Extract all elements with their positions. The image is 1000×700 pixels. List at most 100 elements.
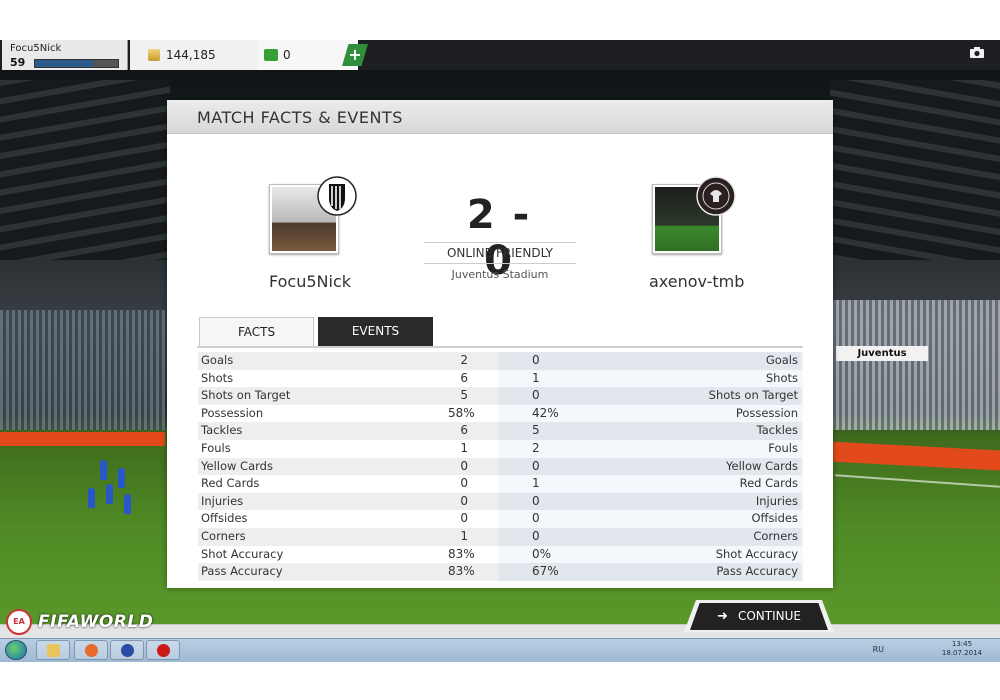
panel-header: MATCH FACTS & EVENTS <box>167 100 833 134</box>
stat-row: Injuries 0 0 Injuries <box>198 492 803 511</box>
stat-label-home: Red Cards <box>201 476 260 491</box>
ad-board-left <box>0 432 165 446</box>
chrome-icon[interactable] <box>74 640 108 660</box>
stat-row: Pass Accuracy 83% 67% Pass Accuracy <box>198 563 803 581</box>
stat-row: Red Cards 0 1 Red Cards <box>198 475 803 493</box>
pitch-line <box>835 474 1000 488</box>
stat-row-away-bg <box>499 369 803 388</box>
stat-row: Corners 1 0 Corners <box>198 527 803 546</box>
match-facts-panel: MATCH FACTS & EVENTS Focu5Nick 2 - 0 ONL… <box>167 100 833 588</box>
coins-display[interactable]: 144,185 <box>130 40 258 70</box>
stat-value-away: 0 <box>532 493 540 508</box>
player-level: 59 <box>10 56 26 69</box>
stat-row: Shot Accuracy 83% 0% Shot Accuracy <box>198 545 803 564</box>
stat-value-home: 0 <box>460 476 468 491</box>
stat-row: Possession 58% 42% Possession <box>198 404 803 423</box>
ea-sports-logo: EA <box>6 609 32 635</box>
stat-value-away: 67% <box>532 564 559 579</box>
tab-events[interactable]: EVENTS <box>318 317 433 346</box>
stat-value-away: 0 <box>532 353 540 367</box>
continue-button[interactable]: ➜ CONTINUE <box>690 603 828 630</box>
stat-label-home: Offsides <box>201 511 248 526</box>
stat-row: Fouls 1 2 Fouls <box>198 439 803 458</box>
camera-icon[interactable] <box>970 47 984 58</box>
stat-label-away: Fouls <box>768 440 798 455</box>
stadium-name: Juventus Stadium <box>451 268 549 281</box>
stat-value-away: 1 <box>532 370 540 385</box>
stat-value-away: 1 <box>532 476 540 491</box>
stat-label-away: Shots on Target <box>708 388 798 403</box>
fifa-world-logo: EA FIFAWORLD <box>6 608 153 636</box>
stat-row-away-bg <box>499 352 803 370</box>
stat-label-home: Shots <box>201 370 234 385</box>
stat-label-away: Injuries <box>755 493 798 508</box>
stat-value-away: 0 <box>532 458 540 473</box>
away-team-name: axenov-tmb <box>649 272 745 291</box>
language-indicator[interactable]: RU <box>873 645 884 654</box>
windows-start-icon[interactable] <box>5 640 27 660</box>
opera-icon[interactable] <box>146 640 180 660</box>
player-name: Focu5Nick <box>10 43 62 54</box>
stat-row: Tackles 6 5 Tackles <box>198 422 803 440</box>
coins-value: 144,185 <box>166 48 216 62</box>
stat-label-away: Corners <box>753 528 798 543</box>
stat-value-away: 2 <box>532 440 540 455</box>
fifa-world-icon[interactable] <box>110 640 144 660</box>
stat-label-away: Red Cards <box>739 476 798 491</box>
stat-label-away: Goals <box>765 353 798 367</box>
stat-value-home: 1 <box>460 528 468 543</box>
player-info[interactable]: Focu5Nick 59 <box>2 40 128 70</box>
stat-row: Goals 2 0 Goals <box>198 352 803 370</box>
stat-label-home: Shot Accuracy <box>201 546 284 561</box>
points-value: 0 <box>283 48 291 62</box>
crowd-left <box>0 310 165 430</box>
stat-label-away: Possession <box>735 405 798 420</box>
home-team-name: Focu5Nick <box>269 272 352 291</box>
explorer-icon[interactable] <box>36 640 70 660</box>
stat-label-away: Shots <box>765 370 798 385</box>
stadium-roof-right <box>830 80 1000 260</box>
stat-value-home: 58% <box>448 405 475 420</box>
coin-icon <box>148 49 160 61</box>
stat-value-home: 0 <box>460 458 468 473</box>
stat-value-home: 0 <box>460 511 468 526</box>
stat-label-home: Fouls <box>201 440 231 455</box>
stats-table: Goals 2 0 Goals Shots 6 1 Shots Shots on Target 5… <box>198 352 803 581</box>
panel-title: MATCH FACTS & EVENTS <box>197 108 403 127</box>
stat-row-away-bg <box>499 439 803 458</box>
stat-label-away: Offsides <box>751 511 798 526</box>
stat-value-home: 83% <box>448 546 475 561</box>
clock[interactable]: 13:45 18.07.2014 <box>942 640 982 658</box>
players-group <box>80 460 140 530</box>
stadium-roof-left <box>0 80 170 260</box>
crowd-right <box>830 300 1000 430</box>
stat-label-home: Yellow Cards <box>201 458 273 473</box>
stat-value-home: 5 <box>460 388 468 403</box>
stat-label-away: Pass Accuracy <box>716 564 798 579</box>
stat-label-away: Yellow Cards <box>726 458 798 473</box>
stat-label-home: Injuries <box>201 493 244 508</box>
juventus-board: Juventus <box>836 346 928 361</box>
stat-label-away: Shot Accuracy <box>715 546 798 561</box>
clock-time: 13:45 <box>951 640 973 648</box>
arrow-right-icon: ➜ <box>717 609 728 624</box>
stat-label-home: Tackles <box>201 423 243 438</box>
stat-value-away: 42% <box>532 405 559 420</box>
clock-date: 18.07.2014 <box>941 649 982 657</box>
stat-value-home: 1 <box>460 440 468 455</box>
stat-value-away: 0 <box>532 511 540 526</box>
stat-value-home: 83% <box>448 564 475 579</box>
stat-row: Shots 6 1 Shots <box>198 369 803 388</box>
stat-row: Shots on Target 5 0 Shots on Target <box>198 387 803 405</box>
stat-row: Offsides 0 0 Offsides <box>198 510 803 528</box>
stat-value-away: 0 <box>532 528 540 543</box>
stat-value-home: 6 <box>460 370 468 385</box>
xp-bar <box>34 59 119 68</box>
match-type: ONLINE FRIENDLY <box>424 242 576 264</box>
tab-facts[interactable]: FACTS <box>199 317 314 346</box>
stat-value-away: 5 <box>532 423 540 438</box>
stat-value-away: 0% <box>532 546 552 561</box>
ad-board-right <box>830 441 1000 471</box>
xp-fill <box>35 60 94 67</box>
stat-label-home: Shots on Target <box>201 388 291 403</box>
